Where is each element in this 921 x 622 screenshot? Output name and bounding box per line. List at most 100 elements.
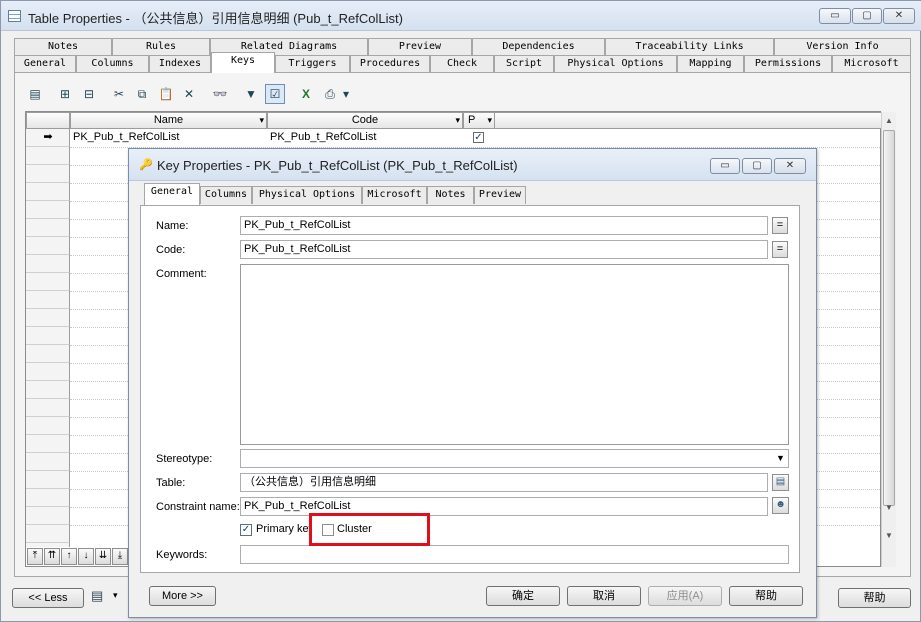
ok-button[interactable]: 确定 <box>486 586 560 606</box>
tab-physical-options[interactable]: Physical Options <box>554 55 677 72</box>
row-header[interactable] <box>26 327 70 345</box>
more-button[interactable]: More >> <box>149 586 216 606</box>
row-header[interactable] <box>26 237 70 255</box>
row-header[interactable] <box>26 471 70 489</box>
tab-notes[interactable]: Notes <box>14 38 112 55</box>
excel-icon[interactable]: X <box>296 84 316 104</box>
name-equals-button[interactable]: = <box>772 217 788 234</box>
dialog-close-button[interactable]: ✕ <box>774 158 806 174</box>
dialog-maximize-button[interactable]: ▢ <box>742 158 772 174</box>
row-header[interactable] <box>26 453 70 471</box>
scroll-down-icon[interactable]: ▼ <box>882 501 896 515</box>
row-header[interactable] <box>26 165 70 183</box>
tab-mapping[interactable]: Mapping <box>677 55 744 72</box>
tab-triggers[interactable]: Triggers <box>275 55 350 72</box>
cell-primary-checkbox[interactable]: ✓ <box>473 132 484 143</box>
nav-button[interactable]: ⤒ <box>27 548 43 565</box>
tab-general[interactable]: General <box>14 55 76 72</box>
apply-button[interactable]: 应用(A) <box>648 586 722 606</box>
column-header-code[interactable]: Code ▾ <box>267 112 463 129</box>
delete-icon[interactable]: ✕ <box>179 84 199 104</box>
stereotype-select[interactable] <box>240 449 789 468</box>
maximize-button[interactable]: ▢ <box>852 8 882 24</box>
row-header[interactable] <box>26 417 70 435</box>
dialog-help-button[interactable]: 帮助 <box>729 586 803 606</box>
user-defined-icon[interactable]: ☻ <box>772 497 789 514</box>
row-header[interactable] <box>26 219 70 237</box>
row-header[interactable] <box>26 309 70 327</box>
name-field[interactable]: PK_Pub_t_RefColList <box>240 216 768 235</box>
row-header[interactable] <box>26 525 70 543</box>
comment-textarea[interactable] <box>240 264 789 445</box>
chevron-down-icon[interactable]: ▾ <box>487 113 492 127</box>
customize-columns-icon[interactable]: ☑ <box>265 84 285 104</box>
row-header[interactable] <box>26 507 70 525</box>
dialog-tab-physical-options[interactable]: Physical Options <box>252 186 362 204</box>
cut-icon[interactable]: ✂ <box>109 84 129 104</box>
tab-microsoft[interactable]: Microsoft <box>832 55 911 72</box>
view-options-dropdown-icon[interactable]: ▾ <box>113 590 118 601</box>
add-row-icon[interactable]: ⊟ <box>79 84 99 104</box>
cancel-button[interactable]: 取消 <box>567 586 641 606</box>
print-icon[interactable]: ⎙ <box>320 84 340 104</box>
keywords-field[interactable] <box>240 545 789 564</box>
table-properties-icon[interactable]: ▤ <box>772 474 789 491</box>
chevron-down-icon[interactable]: ▾ <box>455 113 460 127</box>
dialog-tab-columns[interactable]: Columns <box>200 186 252 204</box>
row-header[interactable] <box>26 381 70 399</box>
copy-icon[interactable]: ⧉ <box>132 84 152 104</box>
dialog-title-bar[interactable]: 🔑 Key Properties - PK_Pub_t_RefColList (… <box>129 149 816 181</box>
row-header[interactable] <box>26 345 70 363</box>
column-header-primary[interactable]: P ▾ <box>463 112 495 129</box>
filter-icon[interactable]: ▼ <box>241 84 261 104</box>
row-header[interactable] <box>26 147 70 165</box>
scroll-down-icon[interactable]: ▼ <box>882 529 896 543</box>
dialog-tab-general[interactable]: General <box>144 183 200 205</box>
tab-dependencies[interactable]: Dependencies <box>472 38 605 55</box>
nav-button[interactable]: ↓ <box>78 548 94 565</box>
row-header[interactable] <box>26 399 70 417</box>
column-header-name[interactable]: Name ▾ <box>70 112 267 129</box>
grid-vertical-scrollbar[interactable]: ▲ ▼ ▼ <box>881 112 896 567</box>
print-dropdown-icon[interactable]: ▾ <box>340 84 352 104</box>
window-title-bar[interactable]: Table Properties - （公共信息）引用信息明细 (Pub_t_R… <box>1 1 921 31</box>
tab-check[interactable]: Check <box>430 55 494 72</box>
chevron-down-icon[interactable]: ▾ <box>259 113 264 127</box>
dialog-tab-preview[interactable]: Preview <box>474 186 526 204</box>
nav-button[interactable]: ⤓ <box>112 548 128 565</box>
tab-keys[interactable]: Keys <box>211 52 275 73</box>
tab-script[interactable]: Script <box>494 55 554 72</box>
nav-button[interactable]: ↑ <box>61 548 77 565</box>
cell-name[interactable]: PK_Pub_t_RefColList <box>73 130 265 145</box>
row-header[interactable] <box>26 273 70 291</box>
cell-code[interactable]: PK_Pub_t_RefColList <box>270 130 462 145</box>
tab-indexes[interactable]: Indexes <box>149 55 211 72</box>
insert-row-icon[interactable]: ⊞ <box>55 84 75 104</box>
chevron-down-icon[interactable]: ▼ <box>776 453 785 463</box>
tab-rules[interactable]: Rules <box>112 38 210 55</box>
primary-key-checkbox[interactable]: ✓ <box>240 524 252 536</box>
properties-icon[interactable]: ▤ <box>25 84 45 104</box>
scroll-up-icon[interactable]: ▲ <box>882 114 896 128</box>
dialog-tab-notes[interactable]: Notes <box>427 186 474 204</box>
code-field[interactable]: PK_Pub_t_RefColList <box>240 240 768 259</box>
minimize-button[interactable]: ▭ <box>819 8 851 24</box>
row-header[interactable] <box>26 489 70 507</box>
tab-preview[interactable]: Preview <box>368 38 472 55</box>
paste-icon[interactable]: 📋 <box>156 84 176 104</box>
dialog-minimize-button[interactable]: ▭ <box>710 158 740 174</box>
tab-columns[interactable]: Columns <box>76 55 149 72</box>
dialog-tab-microsoft[interactable]: Microsoft <box>362 186 427 204</box>
table-field[interactable]: （公共信息）引用信息明细 <box>240 473 768 492</box>
scroll-thumb[interactable] <box>883 130 895 506</box>
row-header[interactable] <box>26 201 70 219</box>
row-header[interactable] <box>26 363 70 381</box>
main-help-button[interactable]: 帮助 <box>838 588 911 608</box>
nav-button[interactable]: ⇊ <box>95 548 111 565</box>
nav-button[interactable]: ⇈ <box>44 548 60 565</box>
close-button[interactable]: ✕ <box>883 8 915 24</box>
tab-permissions[interactable]: Permissions <box>744 55 832 72</box>
view-options-icon[interactable]: ▤ <box>91 588 107 606</box>
row-header[interactable] <box>26 435 70 453</box>
find-icon[interactable]: 👓 <box>210 84 230 104</box>
